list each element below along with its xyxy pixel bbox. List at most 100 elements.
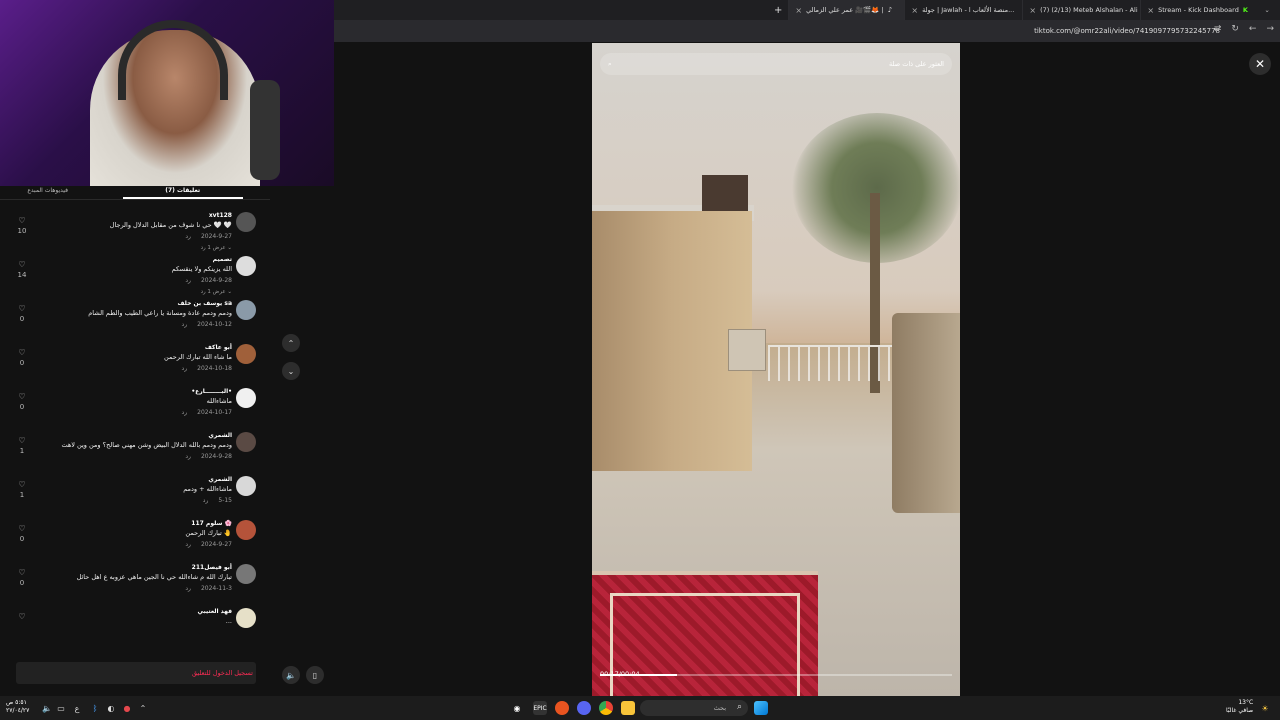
reply-button[interactable]: رد [185,453,191,460]
network-icon[interactable]: ▭ [54,701,68,715]
avatar[interactable] [236,344,256,364]
tab-list-chevron-icon[interactable]: ⌄ [1264,6,1269,14]
taskbar-search-placeholder: بحث [713,704,726,712]
browser-tab-tiktok[interactable]: × عمر علي الزمالي 🎥🎬🦊 | ♪ [788,0,905,20]
comment-username[interactable]: أبو فيصل211 [192,564,232,571]
language-indicator[interactable]: ع [70,701,84,715]
comment-date: 2024-10-18 [197,365,232,372]
avatar[interactable] [236,608,256,628]
comment-date: 2024-9-28 [200,453,232,460]
comment-username[interactable]: تصميم [213,256,232,263]
close-tab-icon[interactable]: × [1147,6,1154,15]
tab-label: Stream - Kick Dashboard [1158,6,1239,14]
obs-icon[interactable]: ◉ [510,701,524,715]
tray-chevron-up-icon[interactable]: ⌃ [136,701,150,715]
video-player[interactable]: ⌕ العثور على ذات صلة 00:17/00:04 [592,43,960,696]
heart-icon[interactable]: ♡ [14,436,30,445]
comment-username[interactable]: •البــــــــارع• [191,388,232,395]
heart-icon[interactable]: ♡ [14,348,30,357]
reload-icon[interactable]: ↻ [1231,24,1239,34]
epic-games-icon[interactable]: EPIC [533,701,547,715]
reply-button[interactable]: رد [182,321,188,328]
comment-text: ودمم ودمم عادة ومسانة يا راعي الطيب والط… [88,309,232,317]
heart-icon[interactable]: ♡ [14,216,30,225]
close-tab-icon[interactable]: × [1029,6,1036,15]
heart-icon[interactable]: ♡ [14,260,30,269]
comment-item: يوسف بن خلف sa ودمم ودمم عادة ومسانة يا … [0,300,262,344]
comment-date: 2024-10-17 [197,409,232,416]
avatar[interactable] [236,520,256,540]
avatar[interactable] [236,212,256,232]
taskbar-clock[interactable]: ٥:٥١ ص ٢٧/٠٤/٢٧ [6,699,29,715]
comment-item: •البــــــــارع• ماشاءالله رد 2024-10-17… [0,388,262,432]
speaker-icon[interactable]: 🔈 [40,701,54,715]
heart-icon[interactable]: ♡ [14,480,30,489]
login-to-comment[interactable]: تسجيل الدخول للتعليق [16,662,256,684]
browser-tab-youtube[interactable]: × (7) (2/13) Meteb Alshalan - Ali ▶ [1022,0,1140,20]
bluetooth-icon[interactable]: ᛒ [88,701,102,715]
reply-button[interactable]: رد [182,409,188,416]
mute-icon[interactable]: ▯ [306,666,324,684]
browser-tab-kick[interactable]: × Stream - Kick Dashboard K [1140,0,1258,20]
windows-start-icon[interactable] [754,701,768,715]
avatar[interactable] [236,388,256,408]
file-explorer-icon[interactable] [621,701,635,715]
weather-text: صافي غالبًا [1226,707,1254,714]
close-tab-icon[interactable]: × [911,6,918,15]
heart-icon[interactable]: ♡ [14,524,30,533]
comment-username[interactable]: فهد العتيبي [197,608,232,615]
heart-icon[interactable]: ♡ [14,304,30,313]
new-tab-button[interactable]: + [774,5,782,16]
close-tab-icon[interactable]: × [795,6,802,15]
avatar[interactable] [236,564,256,584]
taskbar-search[interactable]: بحث ⌕ [640,700,748,716]
heart-icon[interactable]: ♡ [14,392,30,401]
comment-username[interactable]: xvt128 [209,212,232,219]
reply-button[interactable]: رد [185,277,191,284]
app-icon-orange[interactable] [555,701,569,715]
reply-button[interactable]: رد [182,365,188,372]
heart-icon[interactable]: ♡ [14,568,30,577]
address-bar[interactable]: tiktok.com/@omr22ali/video/7419097795732… [334,20,1280,42]
heart-icon[interactable]: ♡ [14,612,30,621]
search-icon: ⌕ [608,59,612,68]
weather-icon[interactable]: ☀ [1258,701,1272,715]
weather-temp: 13°C [1238,699,1254,706]
comment-date: 2024-9-27 [200,541,232,548]
browser-tab-jawlah[interactable]: × جولة | Jawlah - منصة الألعاب ا... [904,0,1022,20]
comment-text: الله يزينكم ولا ينقسكم [171,265,232,273]
view-replies-button[interactable]: عرض 1 رد ⌄ [201,289,232,295]
reply-button[interactable]: رد [203,497,209,504]
comment-username[interactable]: يوسف بن خلف sa [177,300,232,307]
chrome-icon[interactable] [599,701,613,715]
avatar[interactable] [236,256,256,276]
previous-video-button[interactable]: ⌃ [282,334,300,352]
video-search-bar[interactable]: ⌕ العثور على ذات صلة [600,53,952,75]
comment-text: ما شاء الله تبارك الرحمن [164,353,232,361]
taskbar-weather[interactable]: 13°C صافي غالبًا [1226,699,1253,715]
forward-icon[interactable]: → [1266,24,1274,34]
view-replies-button[interactable]: عرض 1 رد ⌄ [201,245,232,251]
fence [768,345,898,381]
reply-button[interactable]: رد [185,233,191,240]
tray-app-icon[interactable]: ◐ [104,701,118,715]
tray-app-icon-2[interactable]: ● [120,701,134,715]
avatar[interactable] [236,432,256,452]
volume-icon[interactable]: 🔈 [282,666,300,684]
video-progress[interactable] [600,674,952,676]
reply-button[interactable]: رد [185,541,191,548]
avatar[interactable] [236,300,256,320]
comment-username[interactable]: أبو عاكف [205,344,232,351]
url-text[interactable]: tiktok.com/@omr22ali/video/7419097795732… [1034,27,1220,35]
comment-username[interactable]: الشمري [208,476,232,483]
translate-icon[interactable]: ⇄ [1214,24,1222,34]
reply-button[interactable]: رد [185,585,191,592]
close-icon[interactable]: ✕ [1249,53,1271,75]
avatar[interactable] [236,476,256,496]
next-video-button[interactable]: ⌄ [282,362,300,380]
comment-date: 2024-11-3 [200,585,232,592]
back-icon[interactable]: ← [1249,24,1257,34]
comment-username[interactable]: سلوم 117 🌸 [191,520,232,527]
discord-icon[interactable] [577,701,591,715]
comment-username[interactable]: الشمري [208,432,232,439]
